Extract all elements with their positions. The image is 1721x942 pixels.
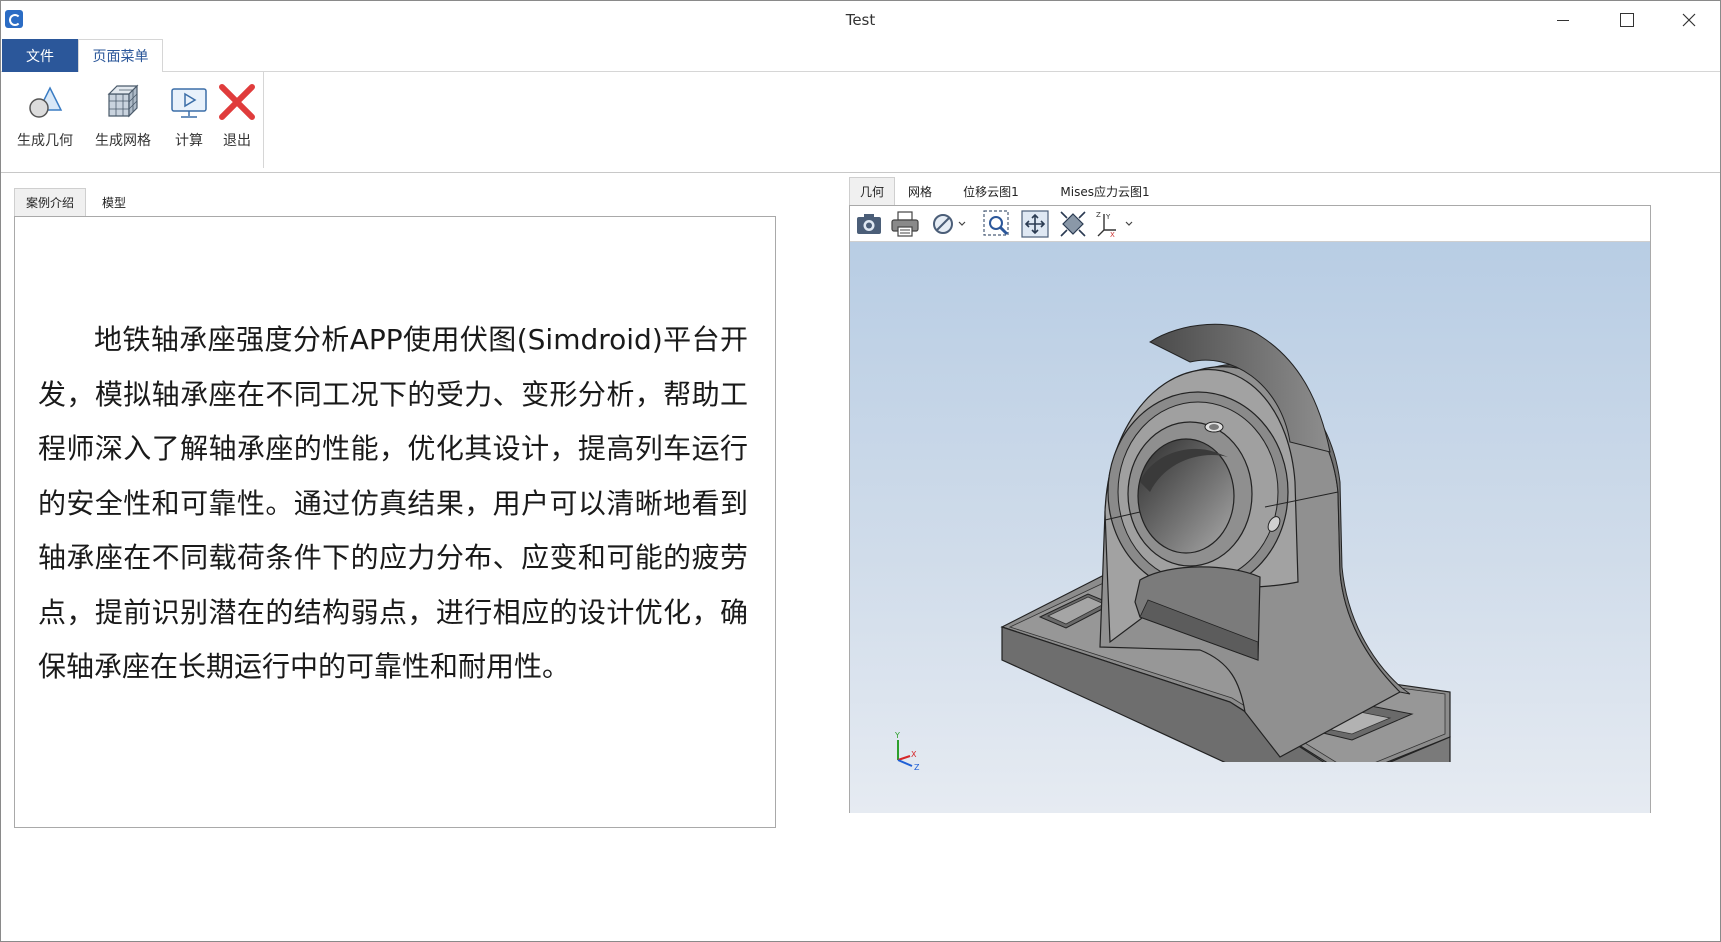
generate-mesh-button[interactable]: 生成网格 — [95, 82, 151, 150]
generate-mesh-label: 生成网格 — [95, 133, 151, 149]
zoom-box-button[interactable] — [982, 210, 1012, 238]
tab-mesh[interactable]: 网格 — [899, 177, 941, 205]
geometry-shapes-icon — [25, 82, 65, 122]
zoom-box-icon — [983, 210, 1009, 236]
svg-text:Z: Z — [1096, 211, 1101, 219]
print-icon — [891, 211, 919, 237]
ribbon-panel: 生成几何 生成网格 计算 退出 — [1, 72, 1720, 173]
fit-view-icon — [1021, 210, 1049, 238]
display-mode-dropdown[interactable] — [930, 210, 970, 238]
ribbon-tab-bar: 文件 页面菜单 — [1, 39, 1720, 73]
iso-view-button[interactable] — [1058, 210, 1088, 238]
viewer-panel: Y X Z Y X Z — [849, 205, 1651, 813]
case-description: 地铁轴承座强度分析APP使用伏图(Simdroid)平台开发，模拟轴承座在不同工… — [38, 323, 748, 683]
mesh-cube-icon — [103, 82, 143, 122]
display-mode-icon — [933, 214, 966, 234]
exit-button[interactable]: 退出 — [217, 82, 257, 150]
svg-text:Y: Y — [1105, 213, 1111, 221]
window-title: Test — [845, 11, 876, 29]
axis-orient-icon: Y X Z — [1096, 211, 1133, 238]
tab-page-menu[interactable]: 页面菜单 — [78, 39, 163, 73]
ribbon-group: 生成几何 生成网格 计算 退出 — [9, 72, 264, 168]
tab-displacement-contour[interactable]: 位移云图1 — [947, 177, 1035, 205]
axis-orientation-dropdown[interactable]: Y X Z — [1096, 210, 1136, 238]
close-button[interactable] — [1659, 1, 1719, 39]
compute-label: 计算 — [175, 133, 203, 149]
tab-file[interactable]: 文件 — [2, 39, 78, 72]
viewer-toolbar: Y X Z — [850, 206, 1650, 242]
svg-text:X: X — [1110, 231, 1115, 238]
title-bar: Test — [1, 1, 1720, 39]
close-icon — [1682, 13, 1696, 27]
generate-geometry-label: 生成几何 — [17, 133, 73, 149]
triad-y-label: Y — [894, 732, 900, 740]
screenshot-button[interactable] — [854, 210, 884, 238]
exit-label: 退出 — [223, 133, 251, 149]
triad-z-label: Z — [914, 763, 920, 772]
tab-geometry[interactable]: 几何 — [849, 177, 895, 205]
triad-x-label: X — [911, 750, 917, 759]
exit-x-icon — [217, 82, 257, 122]
bearing-housing-model — [1000, 323, 1451, 762]
generate-geometry-button[interactable]: 生成几何 — [17, 82, 73, 150]
camera-icon — [857, 214, 881, 234]
print-button[interactable] — [890, 210, 920, 238]
iso-view-icon — [1060, 211, 1086, 237]
tab-model[interactable]: 模型 — [94, 188, 134, 216]
compute-monitor-icon — [169, 82, 209, 122]
case-intro-panel: 地铁轴承座强度分析APP使用伏图(Simdroid)平台开发，模拟轴承座在不同工… — [14, 216, 776, 828]
3d-viewport[interactable]: Y X Z — [850, 242, 1650, 813]
minimize-button[interactable] — [1533, 1, 1593, 39]
compute-button[interactable]: 计算 — [169, 82, 209, 150]
axis-triad: Y X Z — [894, 732, 920, 772]
maximize-button[interactable] — [1597, 1, 1657, 39]
app-window: Test 文件 页面菜单 生成几何 生成网格 计算 退出 案例介绍 模型 地铁轴… — [0, 0, 1721, 942]
tab-case-intro[interactable]: 案例介绍 — [14, 188, 86, 216]
fit-view-button[interactable] — [1020, 210, 1050, 238]
tab-mises-contour[interactable]: Mises应力云图1 — [1041, 177, 1169, 205]
